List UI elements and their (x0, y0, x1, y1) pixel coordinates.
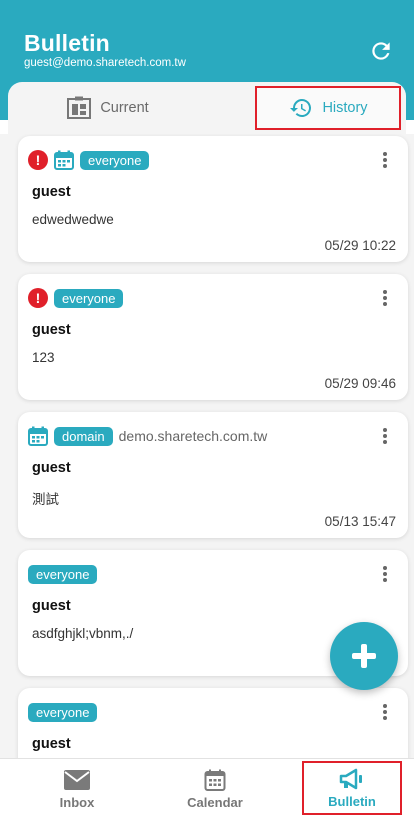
audience-tag: domain (54, 426, 113, 446)
board-icon (66, 96, 92, 120)
post-author: guest (32, 322, 71, 338)
calendar-icon (54, 150, 74, 170)
megaphone-icon (339, 768, 365, 790)
nav-bulletin[interactable]: Bulletin (302, 761, 402, 815)
add-bulletin-button[interactable] (330, 622, 398, 690)
nav-bulletin-label: Bulletin (328, 793, 376, 809)
alert-icon: ! (28, 288, 48, 308)
plus-icon (352, 644, 376, 668)
post-body: edwedwedwe (32, 212, 114, 227)
more-options-icon[interactable] (382, 564, 388, 584)
calendar-icon (204, 769, 226, 791)
more-options-icon[interactable] (382, 426, 388, 446)
post-time: 05/29 09:46 (324, 376, 396, 391)
more-options-icon[interactable] (382, 702, 388, 722)
tag-row: everyone (28, 702, 103, 722)
tab-history-label: History (322, 100, 368, 116)
audience-tag: everyone (54, 288, 124, 308)
more-options-icon[interactable] (382, 150, 388, 170)
bulletin-card[interactable]: domain demo.sharetech.com.tw guest 測試 05… (18, 412, 408, 538)
bulletin-card[interactable]: everyone guest (18, 688, 408, 758)
nav-calendar[interactable]: Calendar (170, 761, 260, 817)
post-author: guest (32, 184, 71, 200)
nav-inbox[interactable]: Inbox (38, 761, 116, 817)
post-time: 05/13 15:47 (324, 514, 396, 529)
post-body: asdfghjkl;vbnm,./ (32, 626, 134, 641)
refresh-icon[interactable] (368, 38, 394, 64)
inbox-icon (63, 769, 91, 791)
nav-calendar-label: Calendar (187, 794, 243, 810)
tag-row: ! everyone (28, 288, 129, 308)
audience-tag: everyone (80, 150, 150, 170)
tab-history[interactable]: History (255, 86, 401, 130)
tab-current-label: Current (100, 100, 149, 116)
page-title: Bulletin (24, 30, 110, 56)
bottom-nav: Inbox Calendar Bulletin (0, 758, 414, 818)
tag-row: everyone (28, 564, 103, 584)
tab-current[interactable]: Current (8, 82, 207, 134)
tab-bar: Current History (8, 82, 406, 134)
post-time: 05/29 10:22 (324, 238, 396, 253)
bulletin-card[interactable]: ! everyone guest 123 05/29 09:46 (18, 274, 408, 400)
post-author: guest (32, 598, 71, 614)
audience-tag: everyone (28, 564, 98, 584)
nav-inbox-label: Inbox (59, 794, 95, 810)
alert-icon: ! (28, 150, 48, 170)
calendar-icon (28, 426, 48, 446)
bulletin-card[interactable]: ! everyone guest edwedwedwe 05/29 10:22 (18, 136, 408, 262)
post-body: 123 (32, 350, 55, 365)
post-body: 測試 (32, 492, 59, 507)
audience-tag: everyone (28, 702, 98, 722)
domain-name: demo.sharetech.com.tw (118, 428, 268, 444)
account-email: guest@demo.sharetech.com.tw (24, 57, 186, 69)
tag-row: domain demo.sharetech.com.tw (28, 426, 267, 446)
tag-row: ! everyone (28, 150, 155, 170)
post-author: guest (32, 736, 71, 752)
post-author: guest (32, 460, 71, 476)
more-options-icon[interactable] (382, 288, 388, 308)
history-icon (288, 96, 314, 120)
